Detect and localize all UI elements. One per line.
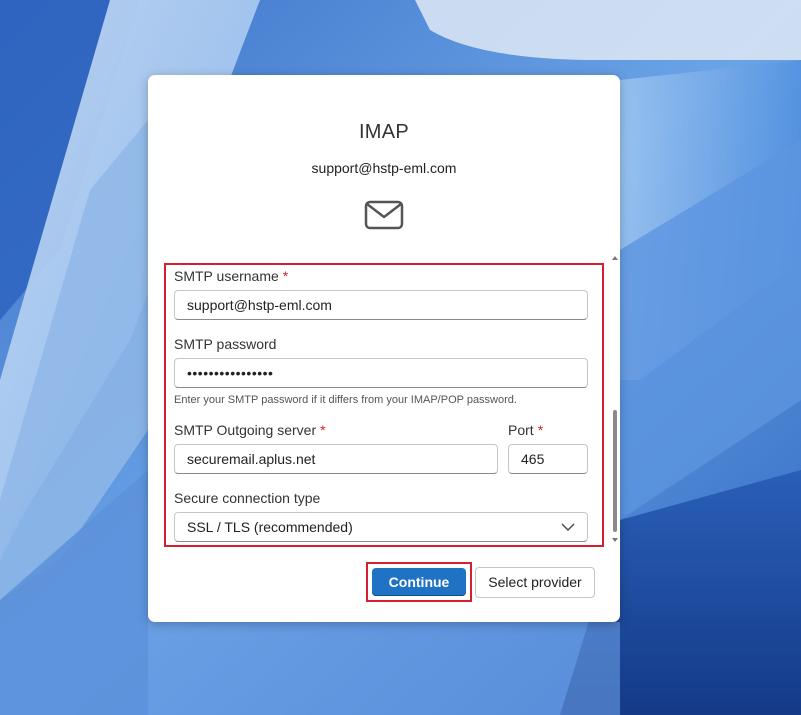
smtp-server-value: securemail.aplus.net [187,451,316,467]
secure-connection-value: SSL / TLS (recommended) [187,519,353,535]
continue-button-highlight: Continue [366,562,472,602]
smtp-settings-section: SMTP username * support@hstp-eml.com SMTP… [164,263,604,547]
scroll-down-icon[interactable] [612,537,618,543]
smtp-username-value: support@hstp-eml.com [187,297,332,313]
continue-button[interactable]: Continue [372,568,466,596]
envelope-icon [364,200,404,230]
required-marker: * [282,268,289,284]
smtp-password-label: SMTP password [174,336,277,352]
port-input[interactable]: 465 [508,444,588,474]
smtp-server-input[interactable]: securemail.aplus.net [174,444,498,474]
port-label: Port * [508,422,544,438]
smtp-username-input[interactable]: support@hstp-eml.com [174,290,588,320]
smtp-password-value: •••••••••••••••• [187,365,274,381]
imap-setup-dialog: IMAP support@hstp-eml.com SMTP username *… [148,75,620,622]
required-marker: * [537,422,544,438]
smtp-username-label: SMTP username * [174,268,289,284]
port-value: 465 [521,451,545,467]
scrollbar-thumb[interactable] [613,410,617,532]
secure-connection-label: Secure connection type [174,490,321,506]
smtp-server-label: SMTP Outgoing server * [174,422,326,438]
dialog-title: IMAP [358,121,410,143]
select-provider-button[interactable]: Select provider [475,567,595,598]
scroll-up-icon[interactable] [612,255,618,261]
form-scrollbar[interactable] [612,255,618,545]
smtp-password-input[interactable]: •••••••••••••••• [174,358,588,388]
secure-connection-select[interactable]: SSL / TLS (recommended) [174,512,588,542]
required-marker: * [320,422,326,438]
account-email: support@hstp-eml.com [311,160,457,176]
smtp-password-hint: Enter your SMTP password if it differs f… [174,394,517,406]
chevron-down-icon [561,523,575,531]
